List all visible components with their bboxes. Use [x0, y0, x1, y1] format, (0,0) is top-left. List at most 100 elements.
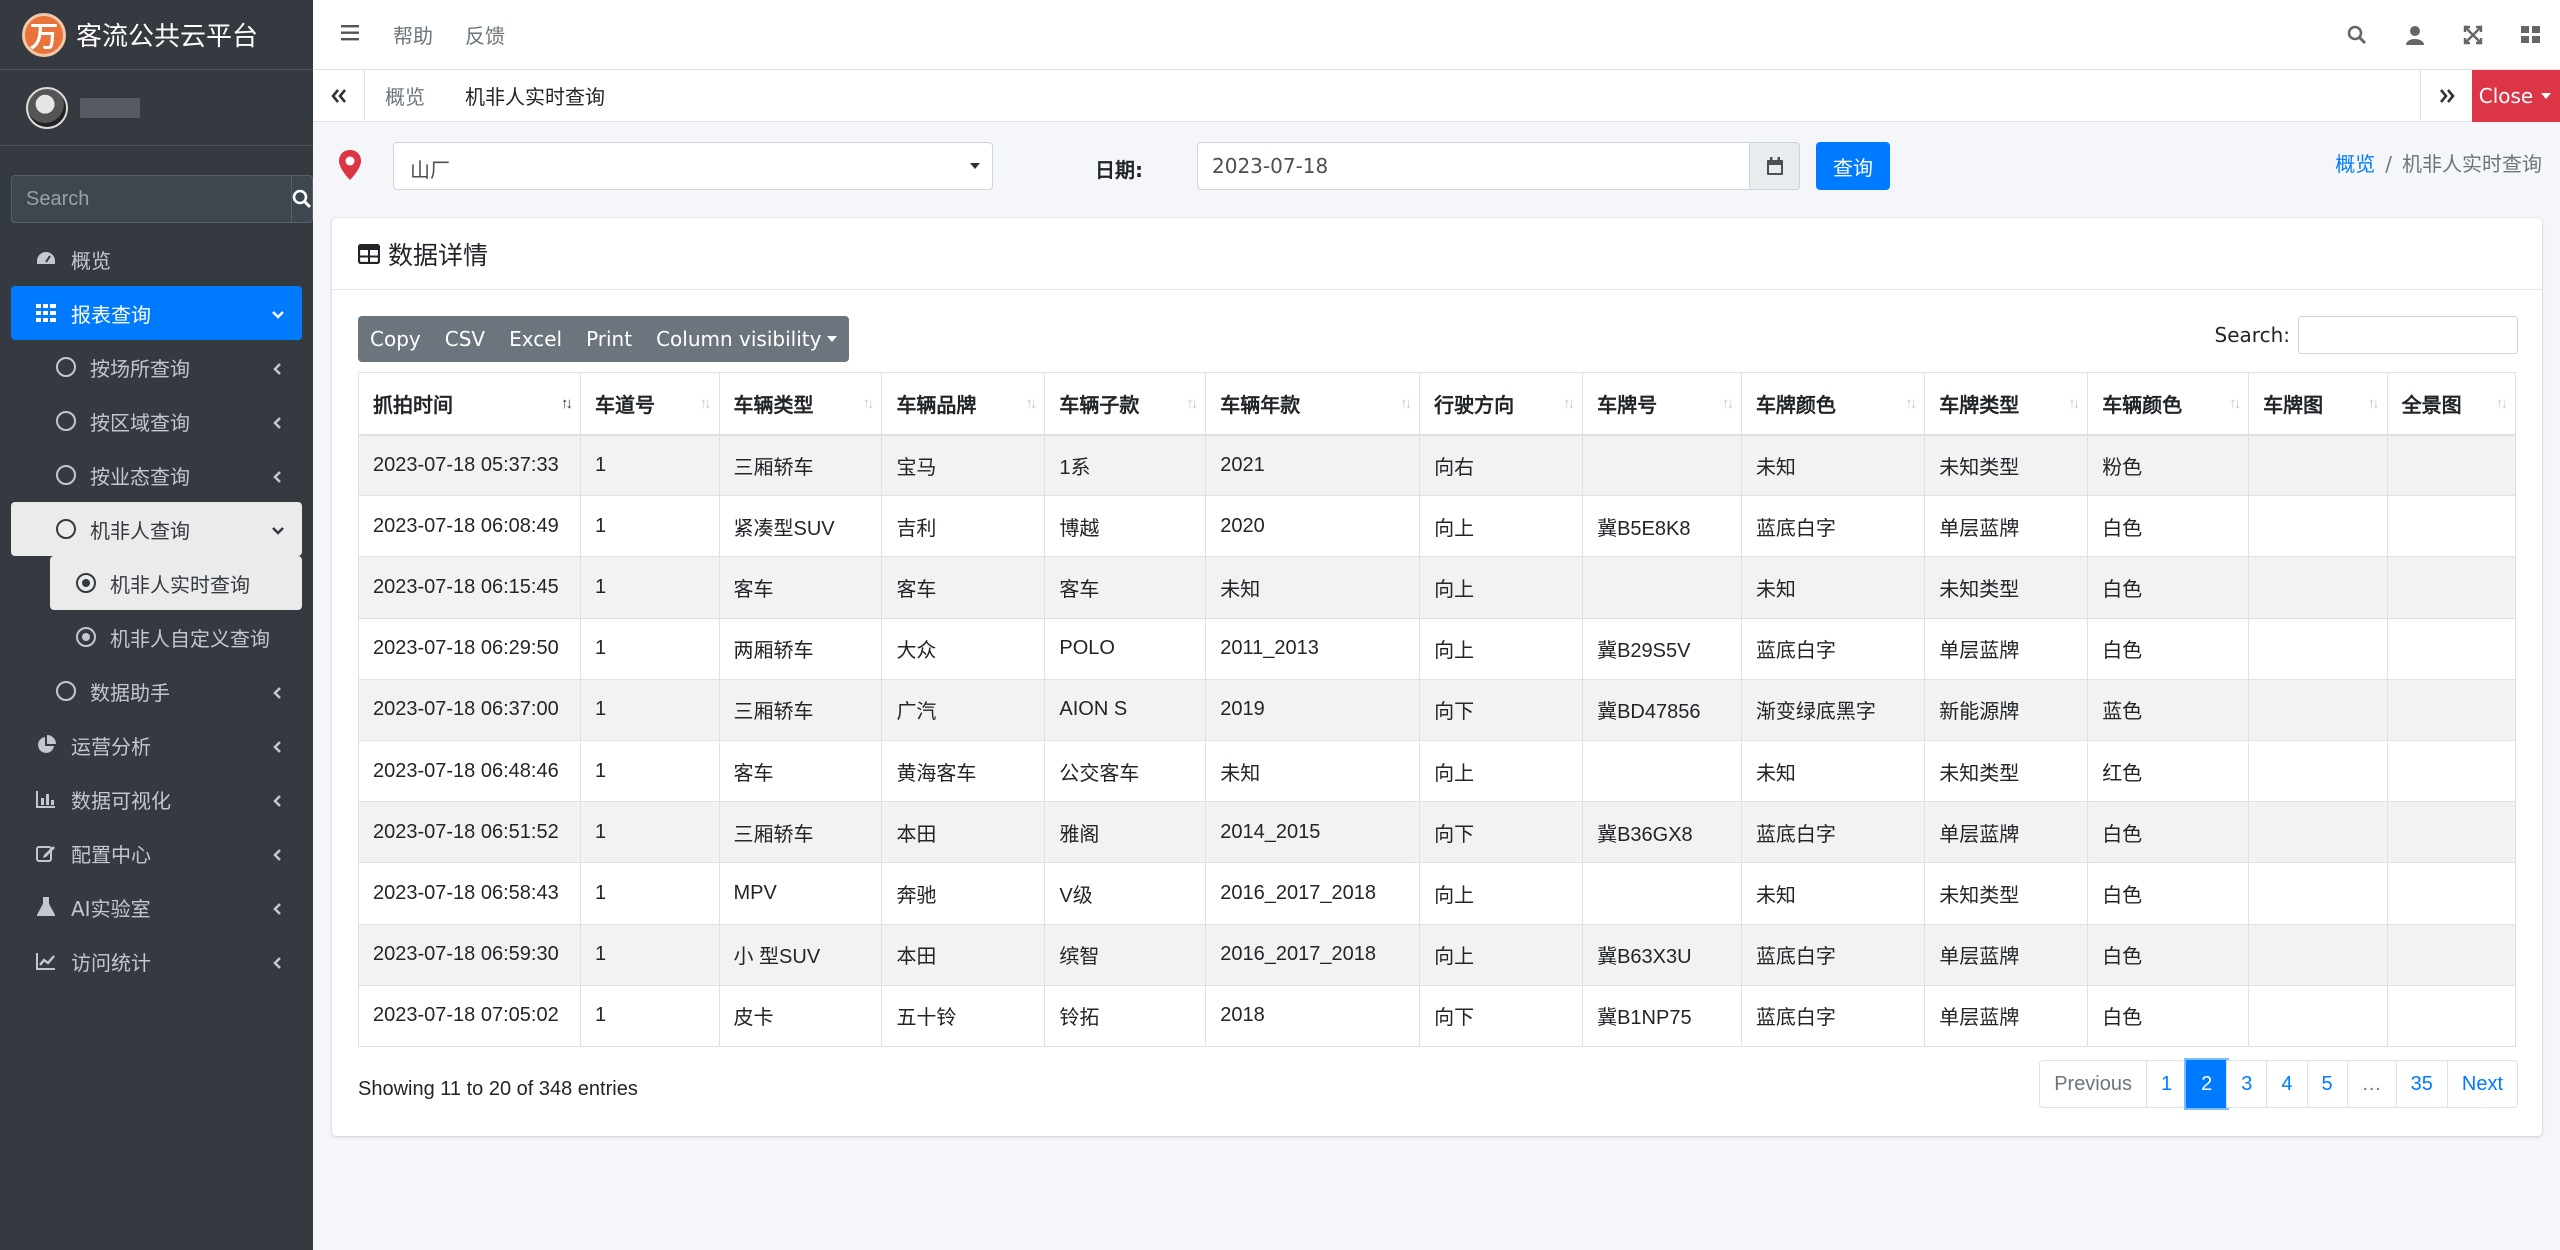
- column-header[interactable]: 车辆颜色 ↑↓: [2087, 372, 2250, 436]
- sidebar-item-visualization[interactable]: 数据可视化: [0, 772, 313, 826]
- sort-icon: ↑↓: [2367, 395, 2380, 412]
- sidebar-item-ai-lab[interactable]: AI实验室: [0, 880, 313, 934]
- column-header[interactable]: 抓拍时间 ↑↓: [358, 372, 581, 436]
- column-header[interactable]: 车道号 ↑↓: [580, 372, 720, 436]
- copy-button[interactable]: Copy: [358, 316, 433, 362]
- sidebar-item-overview[interactable]: 概览: [0, 232, 313, 286]
- avatar[interactable]: [26, 86, 68, 129]
- print-button[interactable]: Print: [574, 316, 644, 362]
- table-cell: 1: [580, 862, 720, 925]
- table-cell: 向上: [1419, 923, 1584, 986]
- date-input[interactable]: 2023-07-18: [1197, 142, 1750, 190]
- sidebar-item-vehicle-query[interactable]: 机非人查询: [11, 502, 302, 556]
- chevron-left-icon: [271, 843, 285, 867]
- table-cell: 三厢轿车: [718, 801, 883, 864]
- pagination-next[interactable]: Next: [2446, 1060, 2518, 1108]
- column-header-label: 车牌图: [2263, 394, 2324, 417]
- sidebar-item-by-business[interactable]: 按业态查询: [0, 448, 313, 502]
- fullscreen-icon[interactable]: [2444, 25, 2502, 45]
- pie-chart-icon: [33, 735, 59, 755]
- chevron-down-icon: [271, 303, 285, 327]
- user-panel[interactable]: [0, 70, 313, 146]
- table-cell: 蓝底白字: [1740, 801, 1926, 864]
- pagination-page-current[interactable]: 2: [2184, 1058, 2230, 1110]
- pagination-page[interactable]: 1: [2146, 1060, 2188, 1108]
- table-row[interactable]: 2023-07-18 06:37:00 1 三厢轿车 广汽 AION S 2019 向下 冀B…: [358, 678, 2517, 741]
- column-header[interactable]: 车牌号 ↑↓: [1582, 372, 1742, 436]
- column-header[interactable]: 车牌类型 ↑↓: [1924, 372, 2089, 436]
- tab-vehicle-realtime[interactable]: 机非人实时查询: [445, 70, 625, 122]
- sidebar-item-reports[interactable]: 报表查询: [11, 286, 302, 340]
- sidebar-item-vehicle-custom[interactable]: 机非人自定义查询: [0, 610, 313, 664]
- feedback-link[interactable]: 反馈: [465, 20, 505, 49]
- column-header[interactable]: 车辆类型 ↑↓: [718, 372, 883, 436]
- calendar-icon[interactable]: [1750, 142, 1800, 190]
- column-header[interactable]: 全景图 ↑↓: [2386, 372, 2517, 436]
- search-icon[interactable]: [2328, 25, 2386, 45]
- sidebar-item-vehicle-realtime[interactable]: 机非人实时查询: [50, 556, 302, 610]
- hamburger-icon[interactable]: [341, 24, 361, 46]
- table-row[interactable]: 2023-07-18 06:58:43 1 MPV 奔驰 V级 2016_2017_201…: [358, 862, 2517, 925]
- sidebar-item-by-region[interactable]: 按区域查询: [0, 394, 313, 448]
- sidebar-item-access-stats[interactable]: 访问统计: [0, 934, 313, 988]
- sidebar-item-label: 概览: [71, 248, 111, 273]
- chevron-left-icon: [271, 951, 285, 975]
- table-row[interactable]: 2023-07-18 06:48:46 1 客车 黄海客车 公交客车 未知 向上 未知 未知类型…: [358, 739, 2517, 803]
- table-search-input[interactable]: [2298, 316, 2518, 354]
- breadcrumb: 概览 / 机非人实时查询: [2335, 148, 2542, 177]
- table-cell: 单层蓝牌: [1924, 495, 2089, 558]
- csv-button[interactable]: CSV: [433, 316, 497, 362]
- table-row[interactable]: 2023-07-18 06:29:50 1 两厢轿车 大众 POLO 2011_2013 向…: [358, 617, 2517, 680]
- help-link[interactable]: 帮助: [393, 20, 433, 49]
- sidebar-item-by-venue[interactable]: 按场所查询: [0, 340, 313, 394]
- sidebar-item-config[interactable]: 配置中心: [0, 826, 313, 880]
- excel-button[interactable]: Excel: [497, 316, 574, 362]
- table-row[interactable]: 2023-07-18 07:05:02 1 皮卡 五十铃 铃拓 2018 向下 冀B1NP75…: [358, 984, 2517, 1047]
- column-header[interactable]: 行驶方向 ↑↓: [1419, 372, 1584, 436]
- column-header[interactable]: 车辆子款 ↑↓: [1044, 372, 1207, 436]
- close-tabs-dropdown[interactable]: Close: [2472, 70, 2560, 122]
- query-button[interactable]: 查询: [1816, 142, 1890, 190]
- pagination-page[interactable]: 35: [2395, 1060, 2448, 1108]
- sort-icon: ↑↓: [2229, 395, 2241, 412]
- column-visibility-button[interactable]: Column visibility: [644, 316, 849, 362]
- table-cell: [2248, 923, 2388, 986]
- location-select[interactable]: 山厂: [393, 142, 993, 190]
- breadcrumb-home[interactable]: 概览: [2335, 152, 2375, 176]
- table-row[interactable]: 2023-07-18 06:59:30 1 小 型SUV 本田 缤智 2016_2017_…: [358, 923, 2517, 986]
- pagination-page[interactable]: 4: [2266, 1060, 2308, 1108]
- tab-overview[interactable]: 概览: [365, 70, 445, 122]
- sidebar-search-input[interactable]: [11, 175, 291, 223]
- column-header[interactable]: 车辆品牌 ↑↓: [881, 372, 1046, 436]
- table-cell: 未知: [1740, 433, 1926, 497]
- pagination-page[interactable]: 5: [2306, 1060, 2348, 1108]
- user-icon[interactable]: [2386, 25, 2444, 45]
- column-header[interactable]: 车牌图 ↑↓: [2248, 372, 2388, 436]
- pagination-page[interactable]: 3: [2226, 1060, 2268, 1108]
- brand-logo: 万: [22, 12, 66, 57]
- table-cell: 1: [580, 801, 720, 864]
- tabs-scroll-left-icon[interactable]: [313, 69, 365, 122]
- table-cell: 蓝底白字: [1740, 984, 1926, 1047]
- table-row[interactable]: 2023-07-18 05:37:33 1 三厢轿车 宝马 1系 2021 向右 未知 未知类型…: [358, 433, 2517, 497]
- pagination-previous[interactable]: Previous: [2039, 1060, 2147, 1108]
- top-navbar: 帮助 反馈: [313, 0, 2560, 70]
- circle-icon: [56, 519, 76, 539]
- apps-grid-icon[interactable]: [2502, 26, 2560, 44]
- tabs-scroll-right-icon[interactable]: [2420, 70, 2472, 122]
- table-cell: 宝马: [881, 433, 1046, 497]
- brand[interactable]: 万 客流公共云平台: [0, 0, 313, 70]
- table-cell: 新能源牌: [1924, 678, 2089, 741]
- column-header-label: 车牌类型: [1939, 394, 2020, 417]
- table-row[interactable]: 2023-07-18 06:15:45 1 客车 客车 客车 未知 向上 未知 未知类型 白色: [358, 556, 2517, 619]
- column-header[interactable]: 车牌颜色 ↑↓: [1740, 372, 1926, 436]
- table-cell: 2023-07-18 06:59:30: [358, 923, 581, 986]
- table-row[interactable]: 2023-07-18 06:08:49 1 紧凑型SUV 吉利 博越 2020 向上 冀B5E…: [358, 495, 2517, 558]
- table-cell: 白色: [2087, 801, 2250, 864]
- column-header[interactable]: 车辆年款 ↑↓: [1205, 372, 1421, 436]
- table-cell: [2386, 739, 2517, 803]
- table-row[interactable]: 2023-07-18 06:51:52 1 三厢轿车 本田 雅阁 2014_2015 向下冀…: [358, 801, 2517, 864]
- sidebar-search-button[interactable]: [291, 175, 313, 223]
- sidebar-item-data-assistant[interactable]: 数据助手: [0, 664, 313, 718]
- sidebar-item-operations[interactable]: 运营分析: [0, 718, 313, 772]
